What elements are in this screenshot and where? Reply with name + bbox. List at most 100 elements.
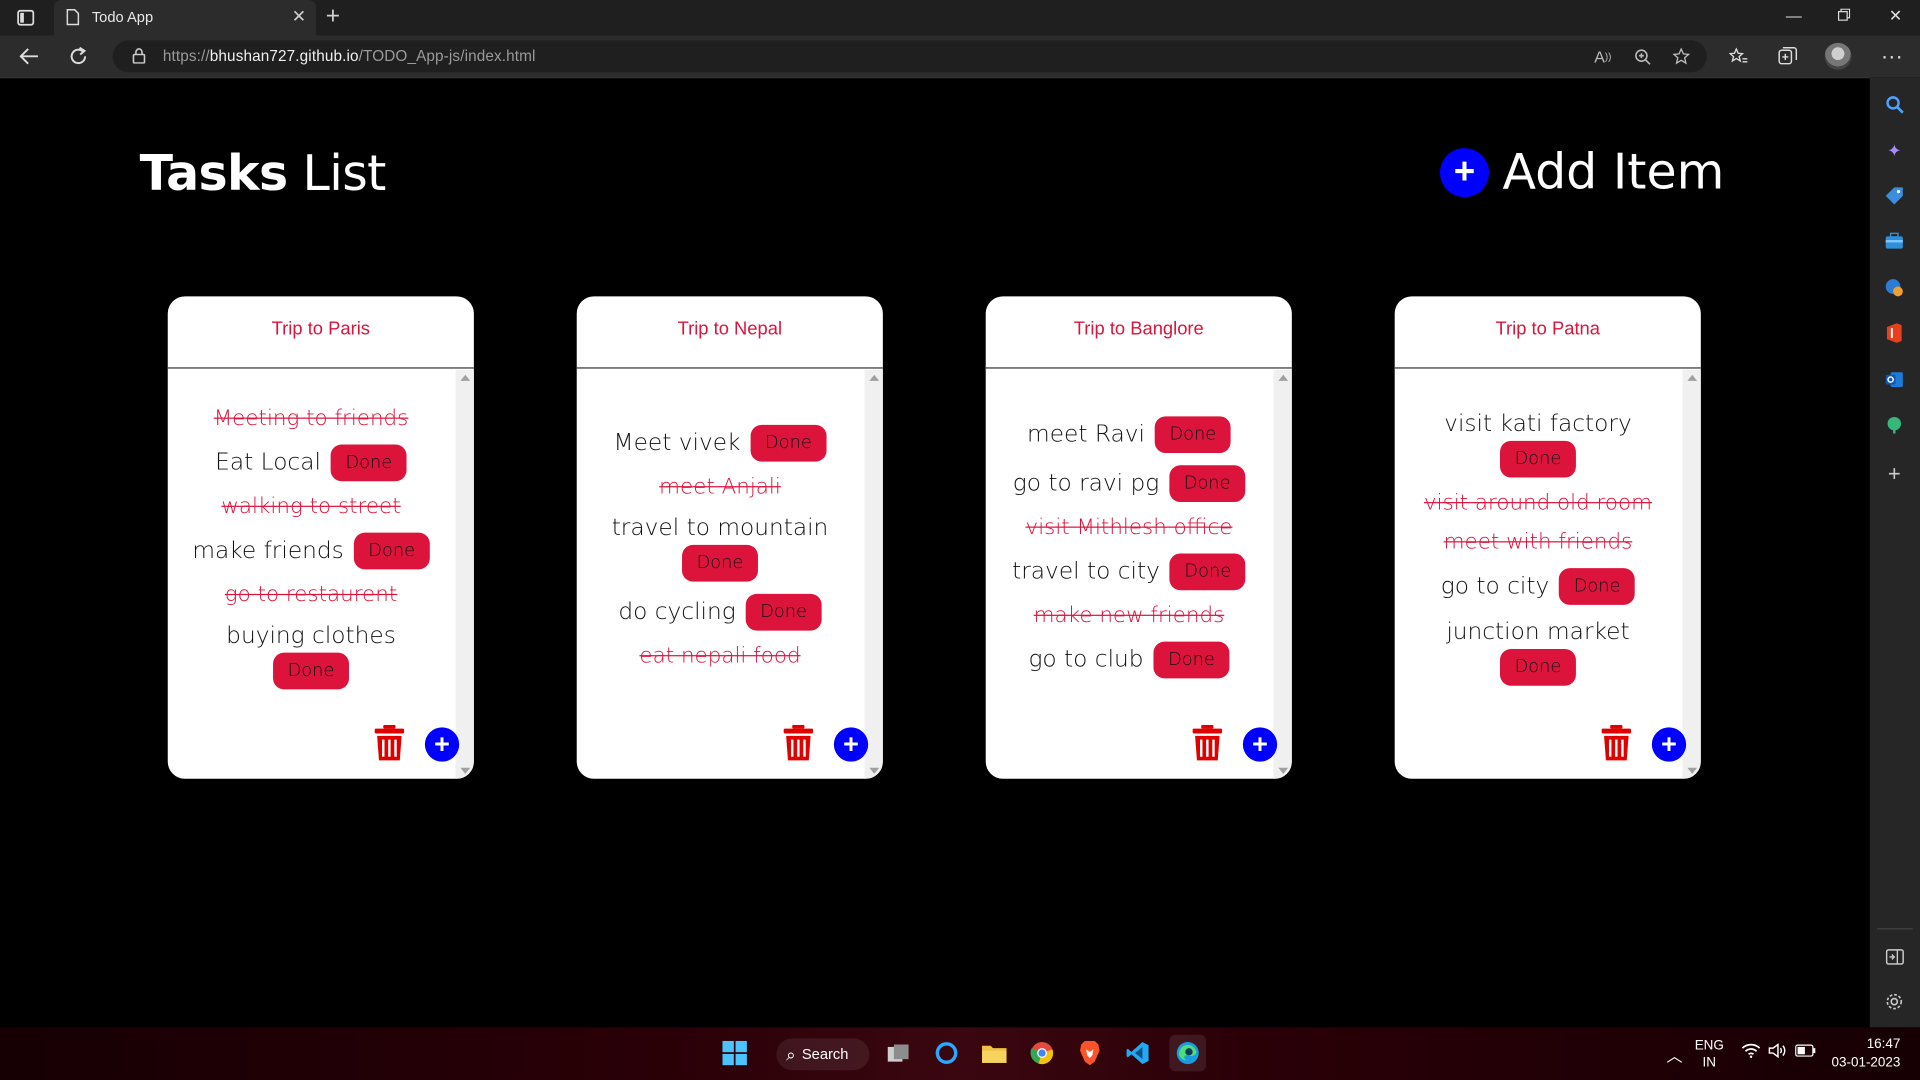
scroll-up-arrow-icon[interactable] xyxy=(869,374,880,381)
tools-icon[interactable] xyxy=(1882,229,1906,253)
lock-icon[interactable] xyxy=(132,48,146,70)
card-scrollbar[interactable] xyxy=(864,369,883,779)
scroll-down-arrow-icon[interactable] xyxy=(1687,767,1698,774)
card-body: Meet vivek Done meet Anjali travel to mou… xyxy=(577,370,864,779)
plus-icon: + xyxy=(1440,148,1489,198)
add-item-button[interactable]: + Add Item xyxy=(1440,144,1725,201)
task-text: travel to city xyxy=(1012,557,1160,585)
delete-card-button[interactable] xyxy=(1600,724,1632,762)
delete-card-button[interactable] xyxy=(782,724,814,762)
task-text: Meet vivek xyxy=(613,429,741,457)
done-button[interactable]: Done xyxy=(330,444,407,482)
scroll-up-arrow-icon[interactable] xyxy=(1687,374,1698,381)
done-button[interactable]: Done xyxy=(353,532,430,570)
shopping-tag-icon[interactable] xyxy=(1882,184,1906,208)
card-header: Trip to Nepal xyxy=(576,296,883,369)
more-options-icon[interactable]: ··· xyxy=(1880,43,1904,68)
back-arrow-icon[interactable] xyxy=(17,44,41,68)
language-indicator[interactable]: ENG IN xyxy=(1695,1037,1724,1080)
delete-card-button[interactable] xyxy=(1191,724,1223,762)
task-list: Meeting to friends Eat Local Done walking… xyxy=(168,370,455,725)
start-windows-icon[interactable] xyxy=(719,1037,751,1069)
task-item: go to club Done xyxy=(1028,641,1230,679)
task-item-completed: Meeting to friends xyxy=(213,406,409,432)
taskbar-search-label: Search xyxy=(801,1045,849,1063)
settings-gear-icon[interactable] xyxy=(1882,989,1906,1013)
search-icon[interactable] xyxy=(1882,92,1906,116)
edge-icon[interactable] xyxy=(1169,1034,1207,1072)
done-button[interactable]: Done xyxy=(1169,553,1246,591)
tree-icon[interactable] xyxy=(1882,413,1906,437)
search-icon: ⌕ xyxy=(786,1043,796,1064)
add-task-button[interactable]: + xyxy=(833,727,869,762)
games-icon[interactable] xyxy=(1882,276,1906,300)
scroll-down-arrow-icon[interactable] xyxy=(460,767,471,774)
scroll-up-arrow-icon[interactable] xyxy=(460,374,471,381)
region-code: IN xyxy=(1702,1055,1717,1071)
wifi-icon[interactable] xyxy=(1741,1043,1761,1080)
restore-button[interactable] xyxy=(1832,6,1856,28)
volume-icon[interactable] xyxy=(1768,1043,1786,1080)
task-item-completed: make new friends xyxy=(1033,603,1225,629)
task-item: meet Ravi Done xyxy=(1027,416,1231,454)
url-host: bhushan727.github.io xyxy=(209,47,359,65)
done-button[interactable]: Done xyxy=(1153,641,1230,679)
vscode-icon[interactable] xyxy=(1122,1037,1154,1069)
profile-avatar[interactable] xyxy=(1824,42,1852,70)
cortana-icon[interactable] xyxy=(931,1037,963,1069)
scroll-down-arrow-icon[interactable] xyxy=(1278,767,1289,774)
close-tab-icon[interactable]: ✕ xyxy=(292,6,306,27)
task-text: do cycling xyxy=(618,598,736,626)
copilot-icon[interactable]: ✦ xyxy=(1882,138,1906,162)
task-item-completed: walking to street xyxy=(221,494,401,520)
taskbar-search-box[interactable]: ⌕ Search xyxy=(776,1038,870,1071)
task-text: Eat Local xyxy=(215,448,321,476)
refresh-icon[interactable] xyxy=(66,44,90,68)
minimize-button[interactable]: — xyxy=(1782,6,1806,28)
add-item-label: Add Item xyxy=(1502,144,1725,201)
scroll-down-arrow-icon[interactable] xyxy=(869,767,880,774)
zoom-icon[interactable] xyxy=(1631,45,1653,67)
add-favorite-icon[interactable] xyxy=(1670,45,1692,67)
url-field[interactable]: https://bhushan727.github.io/TODO_App-js… xyxy=(112,40,1707,73)
add-task-button[interactable]: + xyxy=(1651,727,1687,762)
battery-icon[interactable] xyxy=(1795,1044,1816,1080)
file-explorer-icon[interactable] xyxy=(978,1037,1010,1069)
done-button[interactable]: Done xyxy=(272,652,350,690)
delete-card-button[interactable] xyxy=(373,724,405,762)
tab-actions-icon[interactable] xyxy=(15,7,37,28)
done-button[interactable]: Done xyxy=(1559,568,1636,605)
card-title: Trip to Nepal xyxy=(677,318,783,340)
brave-icon[interactable] xyxy=(1074,1037,1106,1069)
card-scrollbar[interactable] xyxy=(1682,369,1701,779)
favorites-icon[interactable] xyxy=(1727,44,1751,68)
card-scrollbar[interactable] xyxy=(1273,369,1292,779)
task-text: go to city xyxy=(1440,572,1550,600)
done-button[interactable]: Done xyxy=(750,424,827,462)
task-item-completed: meet with friends xyxy=(1443,530,1633,555)
chrome-icon[interactable] xyxy=(1026,1037,1058,1069)
task-view-icon[interactable] xyxy=(883,1037,915,1069)
office-icon[interactable] xyxy=(1882,321,1906,345)
done-button[interactable]: Done xyxy=(1169,465,1246,503)
done-button[interactable]: Done xyxy=(1499,648,1576,686)
add-sidebar-app-icon[interactable]: + xyxy=(1882,461,1906,486)
add-task-button[interactable]: + xyxy=(424,727,460,762)
scroll-up-arrow-icon[interactable] xyxy=(1278,374,1289,381)
done-button[interactable]: Done xyxy=(681,544,759,582)
new-tab-button[interactable]: + xyxy=(326,4,340,28)
card-scrollbar[interactable] xyxy=(455,369,474,779)
show-hidden-icons-chevron-icon[interactable]: ︿ xyxy=(1667,1043,1683,1080)
close-window-button[interactable]: ✕ xyxy=(1883,6,1907,28)
hide-sidebar-icon[interactable] xyxy=(1882,944,1906,968)
done-button[interactable]: Done xyxy=(1154,416,1231,454)
add-task-button[interactable]: + xyxy=(1242,727,1278,762)
collections-icon[interactable] xyxy=(1776,44,1800,68)
card-title: Trip to Banglore xyxy=(1073,318,1204,340)
tab-todo-app[interactable]: Todo App ✕ xyxy=(53,0,316,36)
done-button[interactable]: Done xyxy=(1499,440,1577,478)
read-aloud-icon[interactable]: A)) xyxy=(1592,45,1614,67)
clock[interactable]: 16:47 03-01-2023 xyxy=(1822,1036,1900,1080)
outlook-icon[interactable] xyxy=(1882,367,1906,391)
done-button[interactable]: Done xyxy=(745,593,822,631)
